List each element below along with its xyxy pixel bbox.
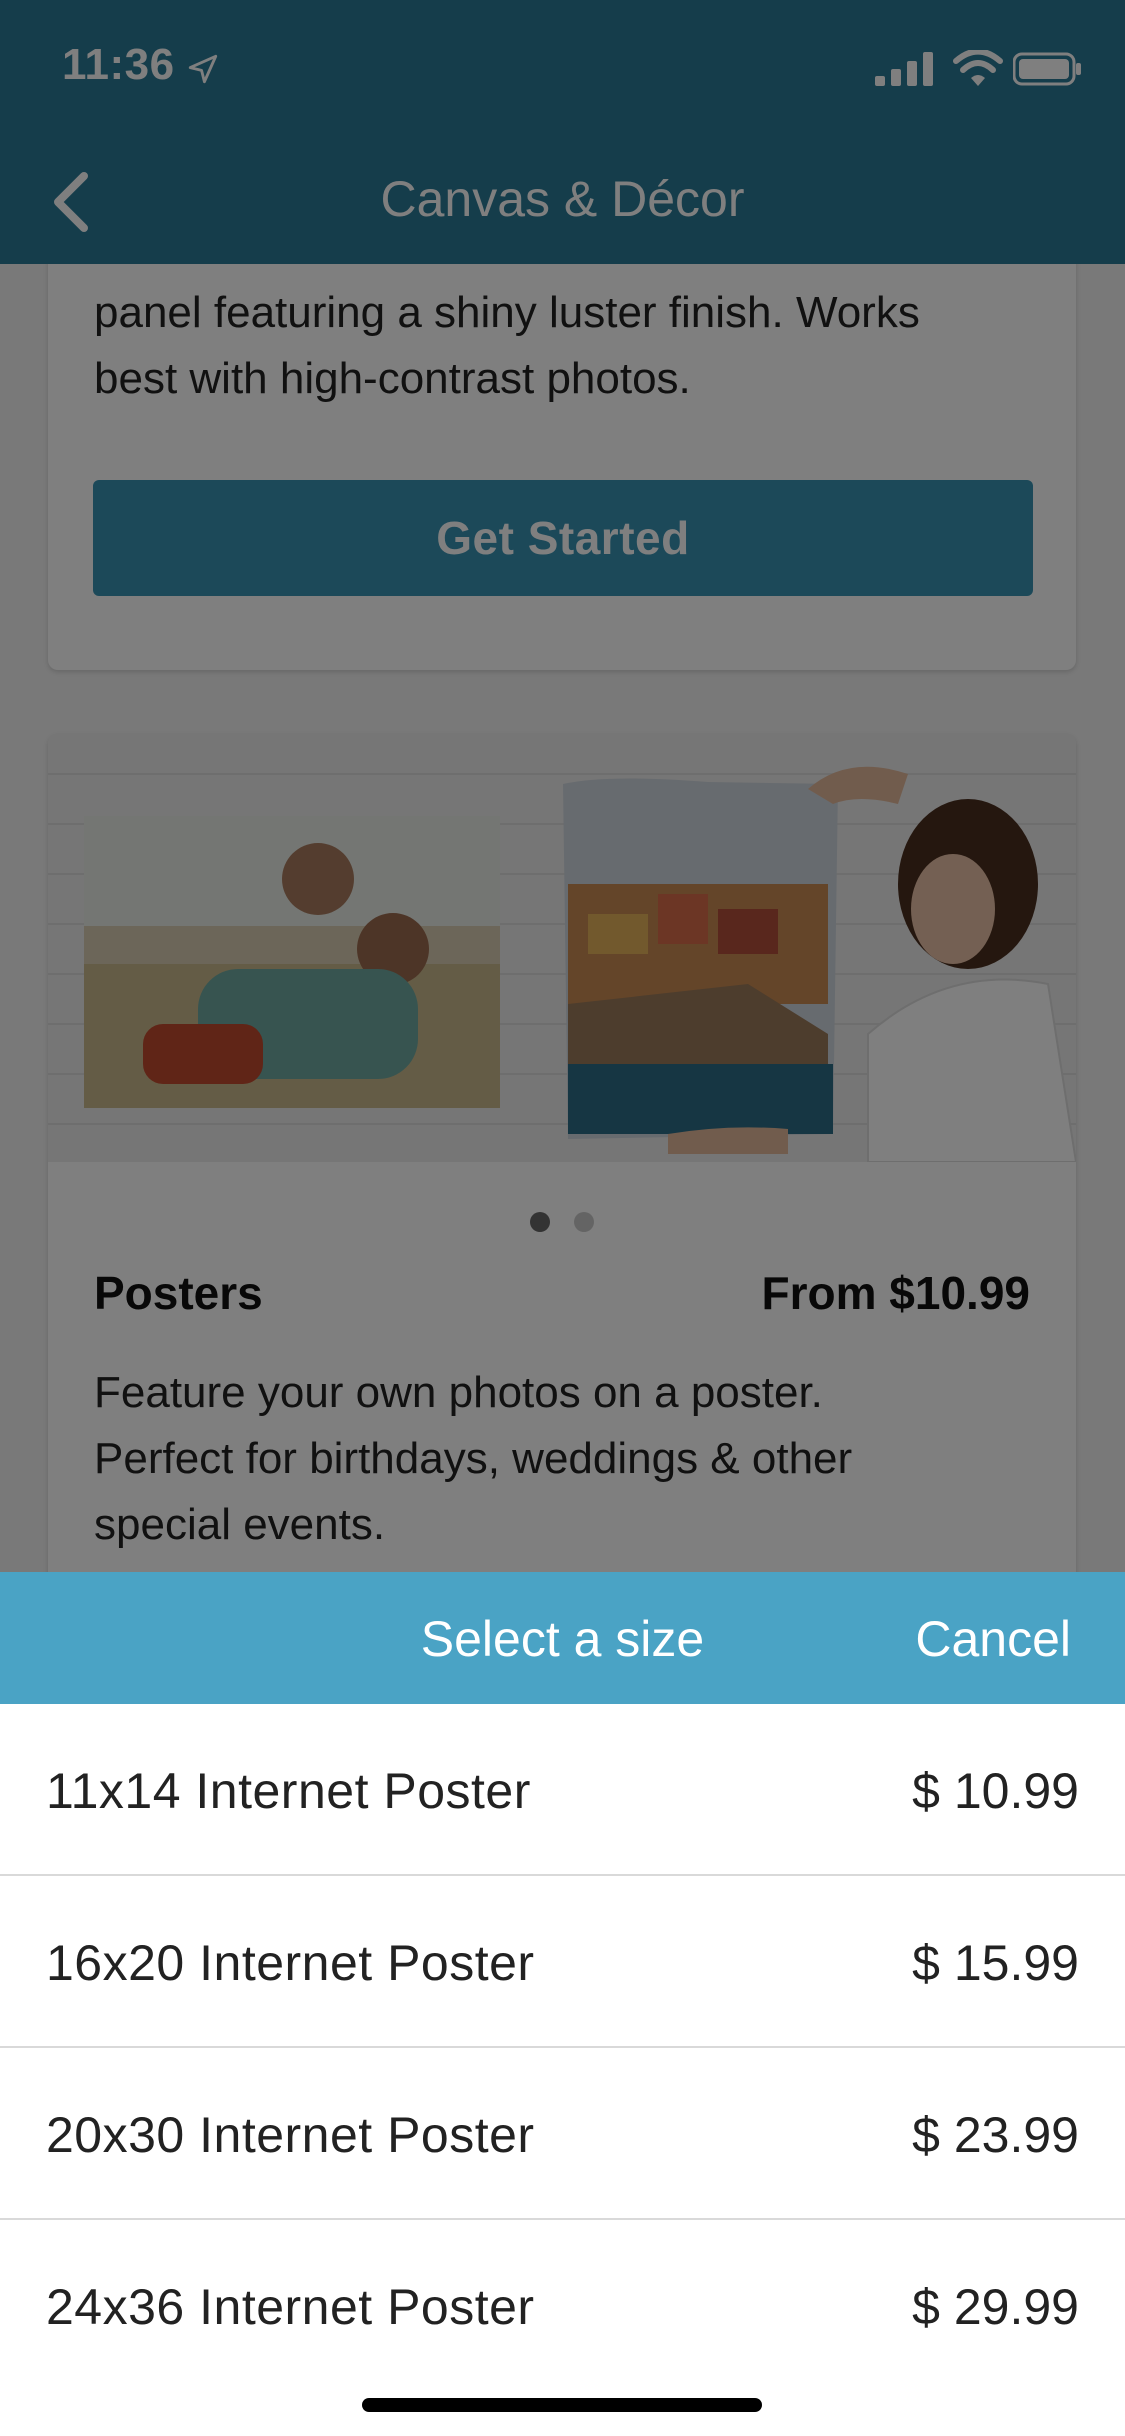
size-option-name: 11x14 Internet Poster (46, 1763, 531, 1819)
size-option-11x14[interactable]: 11x14 Internet Poster $ 10.99 (0, 1704, 1125, 1876)
sheet-header: Select a size Cancel (0, 1572, 1125, 1704)
size-options-list: 11x14 Internet Poster $ 10.99 16x20 Inte… (0, 1704, 1125, 2390)
size-option-16x20[interactable]: 16x20 Internet Poster $ 15.99 (0, 1876, 1125, 2048)
size-option-price: $ 23.99 (912, 2107, 1079, 2163)
size-option-name: 16x20 Internet Poster (46, 1935, 535, 1991)
cancel-button[interactable]: Cancel (915, 1610, 1071, 1668)
size-option-price: $ 10.99 (912, 1763, 1079, 1819)
app-screen: panel featuring a shiny luster finish. W… (0, 0, 1125, 2436)
size-option-name: 20x30 Internet Poster (46, 2107, 535, 2163)
size-option-price: $ 29.99 (912, 2279, 1079, 2335)
size-option-name: 24x36 Internet Poster (46, 2279, 535, 2335)
size-option-20x30[interactable]: 20x30 Internet Poster $ 23.99 (0, 2048, 1125, 2220)
size-picker-sheet: Select a size Cancel 11x14 Internet Post… (0, 1572, 1125, 2436)
size-option-price: $ 15.99 (912, 1935, 1079, 1991)
size-option-24x36[interactable]: 24x36 Internet Poster $ 29.99 (0, 2220, 1125, 2390)
home-indicator[interactable] (362, 2398, 762, 2412)
